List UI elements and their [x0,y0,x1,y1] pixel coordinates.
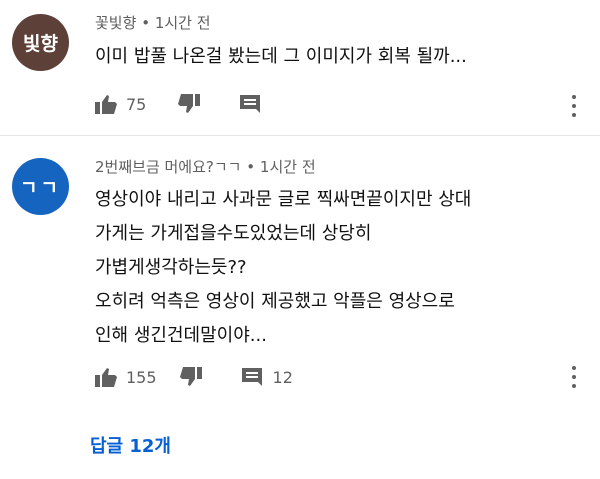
divider [0,135,600,136]
comment-text: 이미 밥풀 나온걸 봤는데 그 이미지가 회복 될까... [95,42,467,72]
avatar[interactable]: ㄱㄱ [12,158,69,215]
comment-line: 이미 밥풀 나온걸 봤는데 그 이미지가 회복 될까... [95,46,467,67]
like-count: 155 [126,367,157,387]
comment-meta: 꽃빛향 • 1시간 전 [95,12,211,33]
comment-line: 영상이야 내리고 사과문 글로 찍싸면끝이지만 상대 [95,189,472,210]
separator: • [141,14,151,32]
thumbs-up-icon [95,368,117,387]
dot [572,113,576,117]
author-name[interactable]: 꽃빛향 [95,14,136,32]
more-vert-icon[interactable] [570,366,578,388]
comment-line: 가볍게생각하는듯?? [95,257,247,278]
separator: • [246,158,256,176]
timestamp[interactable]: 1시간 전 [260,158,316,176]
comment-line: 인해 생긴건데말이야... [95,325,267,346]
comment-line: 오히려 억측은 영상이 제공했고 악플은 영상으로 [95,291,455,312]
comment-icon [240,95,261,113]
more-vert-icon[interactable] [570,95,578,117]
comment-icon [241,368,262,386]
reply-button[interactable]: 12 [241,367,293,387]
view-replies-link[interactable]: 답글 12개 [90,432,171,458]
thumbs-down-icon [178,94,201,113]
dot [572,366,576,370]
comment-actions: 155 12 [95,362,293,392]
thumbs-up-icon [95,95,117,114]
comment-line: 가게는 가게접을수도있었는데 상당히 [95,223,372,244]
reply-button[interactable] [240,95,261,113]
like-button[interactable]: 155 [95,367,157,387]
dot [572,95,576,99]
dot [572,384,576,388]
dot [572,104,576,108]
thumbs-down-icon [179,367,202,386]
comment-meta: 2번째브금 머에요?ㄱㄱ • 1시간 전 [95,156,316,177]
comment-text: 영상이야 내리고 사과문 글로 찍싸면끝이지만 상대 가게는 가게접을수도있었는… [95,185,471,351]
author-name[interactable]: 2번째브금 머에요?ㄱㄱ [95,158,241,176]
comment-actions: 75 [95,89,261,119]
like-button[interactable]: 75 [95,94,146,114]
reply-count: 12 [272,367,293,387]
dislike-button[interactable] [178,94,201,114]
like-count: 75 [126,94,147,114]
dislike-button[interactable] [179,367,202,387]
avatar[interactable]: 빛향 [12,14,69,71]
timestamp[interactable]: 1시간 전 [155,14,211,32]
dot [572,375,576,379]
